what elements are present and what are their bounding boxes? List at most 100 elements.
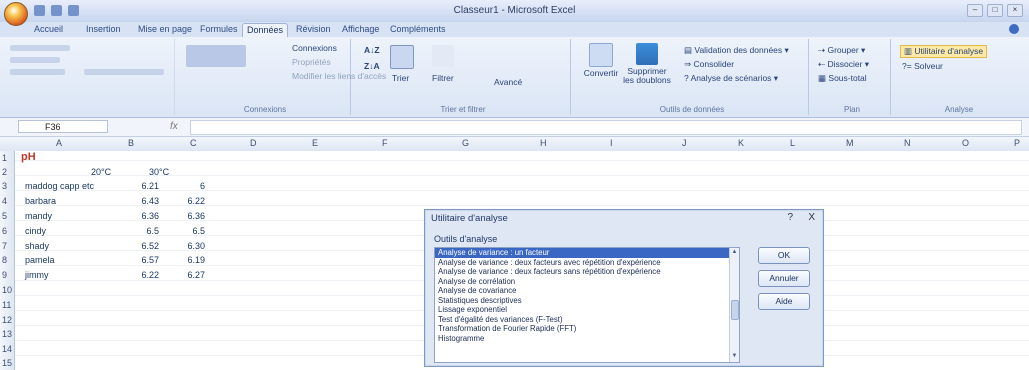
name-box[interactable]: F36 [18, 120, 108, 133]
row-header[interactable]: 14 [2, 344, 12, 354]
tab-mise-en-page[interactable]: Mise en page [134, 23, 196, 36]
office-button[interactable] [4, 2, 28, 26]
remove-duplicates-button[interactable]: Supprimer les doublons [622, 43, 672, 85]
row-header[interactable]: 7 [2, 241, 7, 251]
col-header[interactable]: O [962, 138, 969, 148]
cell-value-b[interactable]: 6.36 [129, 211, 159, 221]
sort-button[interactable]: Trier [392, 73, 409, 83]
help-icon[interactable] [1009, 24, 1019, 34]
row-header[interactable]: 8 [2, 255, 7, 265]
col-header[interactable]: G [462, 138, 469, 148]
tab-revision[interactable]: Révision [292, 23, 335, 36]
cell-name[interactable]: maddog capp etc [25, 181, 94, 191]
filter-icon[interactable] [432, 45, 454, 67]
cell-value-c[interactable]: 6.22 [175, 196, 205, 206]
col-header[interactable]: P [1014, 138, 1020, 148]
close-window-icon[interactable]: × [1007, 4, 1023, 17]
cell-title[interactable]: pH [21, 151, 36, 163]
tab-complements[interactable]: Compléments [386, 23, 450, 36]
col-header[interactable]: J [682, 138, 687, 148]
advanced-button[interactable]: Avancé [494, 77, 522, 87]
tab-affichage[interactable]: Affichage [338, 23, 383, 36]
col-header[interactable]: M [846, 138, 854, 148]
col-header[interactable]: C [190, 138, 197, 148]
col-header[interactable]: I [610, 138, 613, 148]
scroll-up-icon[interactable]: ▲ [731, 249, 738, 257]
filter-button[interactable]: Filtrer [432, 73, 454, 83]
list-item[interactable]: Transformation de Fourier Rapide (FFT) [435, 324, 739, 334]
col-header[interactable]: F [382, 138, 388, 148]
scroll-down-icon[interactable]: ▼ [731, 353, 738, 361]
row-header[interactable]: 1 [2, 153, 7, 163]
cell-value-b[interactable]: 6.5 [129, 226, 159, 236]
fx-icon[interactable]: fx [170, 121, 178, 132]
scroll-thumb[interactable] [731, 300, 739, 320]
tab-formules[interactable]: Formules [196, 23, 242, 36]
cell-name[interactable]: barbara [25, 196, 56, 206]
cell-value-c[interactable]: 6.5 [175, 226, 205, 236]
formula-input[interactable] [190, 120, 1022, 135]
cell-name[interactable]: pamela [25, 255, 55, 265]
solver-button[interactable]: ?= Solveur [902, 61, 943, 71]
cell-value-b[interactable]: 6.21 [129, 181, 159, 191]
ok-button[interactable]: OK [758, 247, 810, 264]
list-item[interactable]: Histogramme [435, 334, 739, 344]
col-header[interactable]: E [312, 138, 318, 148]
what-if-button[interactable]: ? Analyse de scénarios ▾ [684, 73, 778, 84]
row-header[interactable]: 9 [2, 270, 7, 280]
cell-name[interactable]: jimmy [25, 270, 49, 280]
col-header[interactable]: N [904, 138, 911, 148]
sort-za-icon[interactable]: Z↓A [364, 61, 380, 71]
cell-name[interactable]: mandy [25, 211, 52, 221]
tab-accueil[interactable]: Accueil [30, 23, 67, 36]
listbox-scrollbar[interactable]: ▲ ▼ [729, 248, 739, 362]
list-item[interactable]: Lissage exponentiel [435, 305, 739, 315]
proprietes-button[interactable]: Propriétés [292, 57, 331, 67]
cell-value-b[interactable]: 6.57 [129, 255, 159, 265]
col-header[interactable]: H [540, 138, 547, 148]
row-header[interactable]: 10 [2, 285, 12, 295]
consolidate-button[interactable]: ⇒ Consolider [684, 59, 734, 70]
cell-value-c[interactable]: 6.19 [175, 255, 205, 265]
col-header[interactable]: A [56, 138, 62, 148]
connexions-button[interactable]: Connexions [292, 43, 337, 53]
analysis-tools-listbox[interactable]: Analyse de variance : un facteur Analyse… [434, 247, 740, 363]
sort-az-icon[interactable]: A↓Z [364, 45, 380, 55]
data-analysis-button[interactable]: ▥ Utilitaire d'analyse [900, 45, 988, 58]
group-button[interactable]: ⇢ Grouper ▾ [818, 45, 865, 56]
row-header[interactable]: 5 [2, 211, 7, 221]
row-header[interactable]: 2 [2, 167, 7, 177]
subtotal-button[interactable]: ▦ Sous-total [818, 73, 867, 84]
col-header[interactable]: D [250, 138, 257, 148]
cell-value-c[interactable]: 6.30 [175, 241, 205, 251]
cell-header-c[interactable]: 30°C [149, 167, 169, 177]
list-item[interactable]: Test d'égalité des variances (F-Test) [435, 315, 739, 325]
cell-value-c[interactable]: 6 [175, 181, 205, 191]
dialog-close-icon[interactable]: X [808, 212, 815, 223]
tab-donnees[interactable]: Données [242, 23, 289, 37]
data-validation-button[interactable]: ▤ Validation des données ▾ [684, 45, 789, 56]
list-item[interactable]: Statistiques descriptives [435, 296, 739, 306]
refresh-all-icon[interactable] [186, 45, 246, 67]
row-header[interactable]: 13 [2, 329, 12, 339]
row-header[interactable]: 12 [2, 315, 12, 325]
col-header[interactable]: K [738, 138, 744, 148]
cell-value-b[interactable]: 6.43 [129, 196, 159, 206]
cell-name[interactable]: cindy [25, 226, 46, 236]
row-header[interactable]: 15 [2, 358, 12, 368]
list-item[interactable]: Analyse de variance : un facteur [435, 248, 739, 258]
cancel-button[interactable]: Annuler [758, 270, 810, 287]
minimize-icon[interactable]: – [967, 4, 983, 17]
row-header[interactable]: 3 [2, 181, 7, 191]
ungroup-button[interactable]: ⇠ Dissocier ▾ [818, 59, 869, 70]
col-header[interactable]: B [128, 138, 134, 148]
cell-value-c[interactable]: 6.27 [175, 270, 205, 280]
maximize-icon[interactable]: □ [987, 4, 1003, 17]
cell-header-b[interactable]: 20°C [91, 167, 111, 177]
text-to-columns-button[interactable]: Convertir [582, 43, 620, 78]
list-item[interactable]: Analyse de corrélation [435, 277, 739, 287]
col-header[interactable]: L [790, 138, 795, 148]
list-item[interactable]: Analyse de variance : deux facteurs avec… [435, 258, 739, 268]
row-header[interactable]: 4 [2, 196, 7, 206]
cell-value-c[interactable]: 6.36 [175, 211, 205, 221]
